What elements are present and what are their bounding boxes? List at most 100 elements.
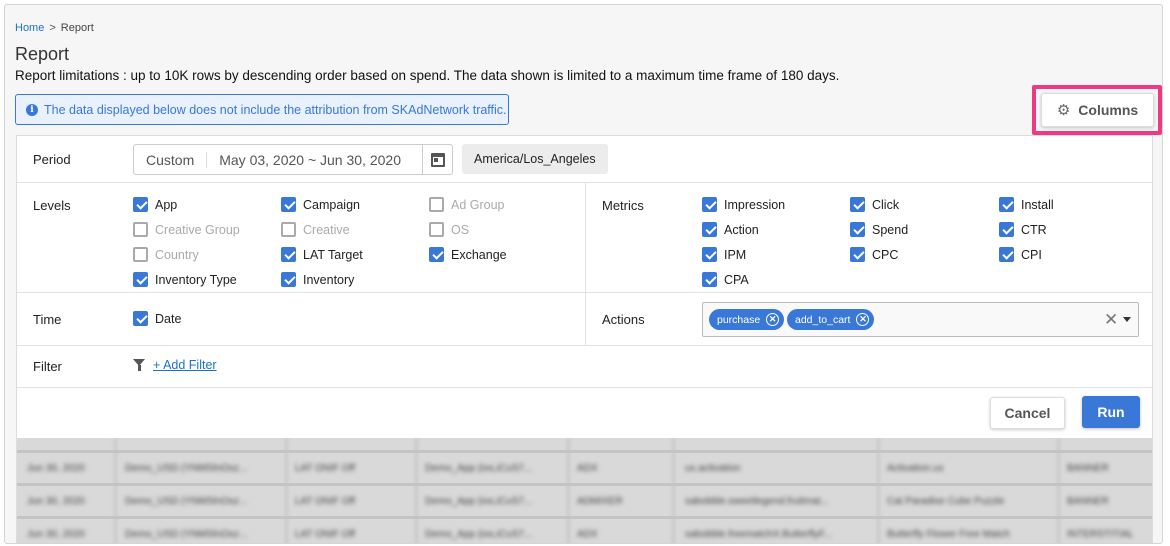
checkbox-label: LAT Target <box>303 247 363 262</box>
checkbox-label: Date <box>155 311 182 326</box>
action-chip-purchase: purchase ✕ <box>709 309 785 330</box>
columns-button[interactable]: ⚙ Columns <box>1041 93 1154 127</box>
level-creative-group-checkbox: Creative Group <box>133 222 240 237</box>
chip-label: add_to_cart <box>795 313 851 326</box>
table-cell: ADX <box>577 462 598 474</box>
action-chip-add-to-cart: add_to_cart ✕ <box>787 309 875 330</box>
run-button[interactable]: Run <box>1082 396 1140 428</box>
checkbox-checked-icon <box>133 197 148 212</box>
checkbox-checked-icon <box>281 272 296 287</box>
table-cell: sabobble.sweetlegend.fruitmat... <box>685 495 829 507</box>
actions-multiselect[interactable]: purchase ✕ add_to_cart ✕ ✕ <box>702 302 1139 337</box>
metric-ipm-checkbox[interactable]: IPM <box>702 247 746 262</box>
checkbox-label: OS <box>451 222 470 237</box>
checkbox-checked-icon <box>429 247 444 262</box>
metrics-label: Metrics <box>602 198 644 213</box>
table-cell: Jun 30, 2020 <box>27 462 85 474</box>
checkbox-checked-icon <box>702 197 717 212</box>
checkbox-unchecked-icon <box>281 222 296 237</box>
checkbox-checked-icon <box>850 247 865 262</box>
level-exchange-checkbox[interactable]: Exchange <box>429 247 507 262</box>
table-cell: ADMIXER <box>577 495 623 507</box>
level-country-checkbox: Country <box>133 247 199 262</box>
checkbox-unchecked-icon <box>133 247 148 262</box>
table-cell: ux.activation <box>685 462 741 474</box>
table-cell: INTERSTITIAL <box>1067 528 1134 540</box>
checkbox-checked-icon <box>850 222 865 237</box>
report-settings-panel: Period Custom May 03, 2020 ~ Jun 30, 202… <box>16 135 1153 543</box>
breadcrumb-separator: > <box>49 22 56 34</box>
breadcrumb-home-link[interactable]: Home <box>15 22 44 34</box>
breadcrumb: Home > Report <box>15 22 94 34</box>
report-limitations-text: Report limitations : up to 10K rows by d… <box>15 68 840 83</box>
chip-remove-icon[interactable]: ✕ <box>766 313 780 326</box>
chip-remove-icon[interactable]: ✕ <box>856 313 870 326</box>
metric-spend-checkbox[interactable]: Spend <box>850 222 908 237</box>
period-row: Period Custom May 03, 2020 ~ Jun 30, 202… <box>17 136 1152 183</box>
table-row: Jun 30, 2020 Demo_USD (YNMSlnOsz... LAT … <box>17 450 1152 483</box>
table-cell: sabobble.freematchX.ButterflyF... <box>685 528 833 540</box>
time-label: Time <box>33 312 62 327</box>
table-cell: Demo_App (ios,iCuS7... <box>425 462 533 474</box>
add-filter-link[interactable]: + Add Filter <box>153 358 217 372</box>
metric-action-checkbox[interactable]: Action <box>702 222 759 237</box>
time-actions-row: Time Date Actions purchase ✕ add_to_cart ✕… <box>17 293 1152 346</box>
levels-metrics-row: Levels App Campaign Ad Group Creative Gr… <box>17 183 1152 293</box>
metric-install-checkbox[interactable]: Install <box>999 197 1054 212</box>
level-app-checkbox[interactable]: App <box>133 197 177 212</box>
report-page: Home > Report Report Report limitations : … <box>4 4 1163 544</box>
table-cell: Cat Paradise Cube Puzzle <box>887 495 1005 507</box>
table-cell: Demo_USD (YNMSlnOsz... <box>125 528 248 540</box>
table-cell: Demo_USD (YNMSlnOsz... <box>125 495 248 507</box>
level-inventory-checkbox[interactable]: Inventory <box>281 272 354 287</box>
table-cell: LAT ONIF Off <box>295 495 356 507</box>
table-cell: Demo_USD (YNMSlnOsz... <box>125 462 248 474</box>
table-row: Jun 30, 2020 Demo_USD (YNMSlnOsz... LAT … <box>17 483 1152 516</box>
checkbox-checked-icon <box>133 311 148 326</box>
cancel-button[interactable]: Cancel <box>990 397 1065 429</box>
table-cell: Demo_App (ios,iCuS7... <box>425 495 533 507</box>
table-cell: Activation.ux <box>887 462 944 474</box>
filter-row: Filter + Add Filter <box>17 346 1152 388</box>
calendar-button[interactable] <box>422 145 452 174</box>
metric-cpc-checkbox[interactable]: CPC <box>850 247 898 262</box>
page-title: Report <box>15 44 70 64</box>
metric-cpi-checkbox[interactable]: CPI <box>999 247 1042 262</box>
column-divider <box>585 183 586 293</box>
date-range-picker[interactable]: Custom May 03, 2020 ~ Jun 30, 2020 <box>133 144 453 175</box>
table-cell: LAT ONIF Off <box>295 462 356 474</box>
period-label: Period <box>33 152 71 167</box>
timezone-button[interactable]: America/Los_Angeles <box>462 144 608 174</box>
checkbox-label: Creative Group <box>155 222 240 237</box>
checkbox-label: Exchange <box>451 247 507 262</box>
column-divider <box>585 293 586 346</box>
checkbox-checked-icon <box>281 247 296 262</box>
level-campaign-checkbox[interactable]: Campaign <box>281 197 360 212</box>
checkbox-label: Inventory Type <box>155 272 237 287</box>
date-range-value: May 03, 2020 ~ Jun 30, 2020 <box>219 151 401 168</box>
table-cell: Demo_App (ios,iCuS7... <box>425 528 533 540</box>
checkbox-checked-icon <box>133 272 148 287</box>
time-date-checkbox[interactable]: Date <box>133 311 181 326</box>
levels-label: Levels <box>33 198 71 213</box>
level-creative-checkbox: Creative <box>281 222 350 237</box>
metric-ctr-checkbox[interactable]: CTR <box>999 222 1047 237</box>
metric-cpa-checkbox[interactable]: CPA <box>702 272 749 287</box>
dropdown-caret-icon[interactable] <box>1123 317 1131 322</box>
gear-icon: ⚙ <box>1056 101 1071 119</box>
checkbox-label: CPI <box>1021 247 1042 262</box>
checkbox-checked-icon <box>281 197 296 212</box>
chip-label: purchase <box>717 313 761 326</box>
metric-click-checkbox[interactable]: Click <box>850 197 899 212</box>
checkbox-label: CPA <box>724 272 749 287</box>
checkbox-label: CPC <box>872 247 899 262</box>
period-mode: Custom <box>134 151 208 168</box>
clear-all-icon[interactable]: ✕ <box>1104 310 1118 330</box>
filter-icon <box>133 359 145 371</box>
level-lat-target-checkbox[interactable]: LAT Target <box>281 247 363 262</box>
checkbox-label: Action <box>724 222 759 237</box>
level-inventory-type-checkbox[interactable]: Inventory Type <box>133 272 237 287</box>
checkbox-label: Ad Group <box>451 197 505 212</box>
checkbox-label: Impression <box>724 197 786 212</box>
metric-impression-checkbox[interactable]: Impression <box>702 197 785 212</box>
